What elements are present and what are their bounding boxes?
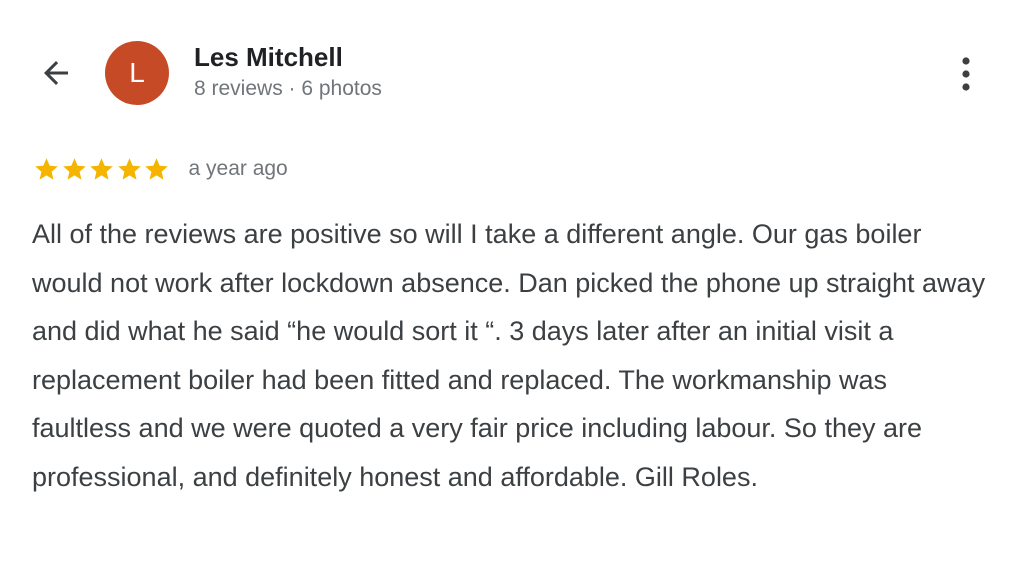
back-button[interactable] (36, 53, 76, 93)
reviewer-name[interactable]: Les Mitchell (194, 42, 343, 73)
star-icon (145, 157, 168, 180)
avatar[interactable]: L (105, 41, 169, 105)
star-icon (90, 157, 113, 180)
reviewer-meta: 8 reviews · 6 photos (194, 77, 382, 100)
star-icon (62, 157, 86, 180)
rating-row: a year ago (33, 153, 288, 185)
review-text: All of the reviews are positive so will … (32, 219, 986, 492)
star-icon (117, 157, 141, 180)
avatar-initial: L (129, 57, 145, 88)
more-vert-icon (962, 57, 970, 91)
more-options-button[interactable] (946, 52, 986, 96)
review-time: a year ago (188, 157, 288, 180)
star-rating (33, 156, 171, 183)
arrow-back-icon (44, 61, 68, 85)
star-icon (35, 157, 58, 180)
